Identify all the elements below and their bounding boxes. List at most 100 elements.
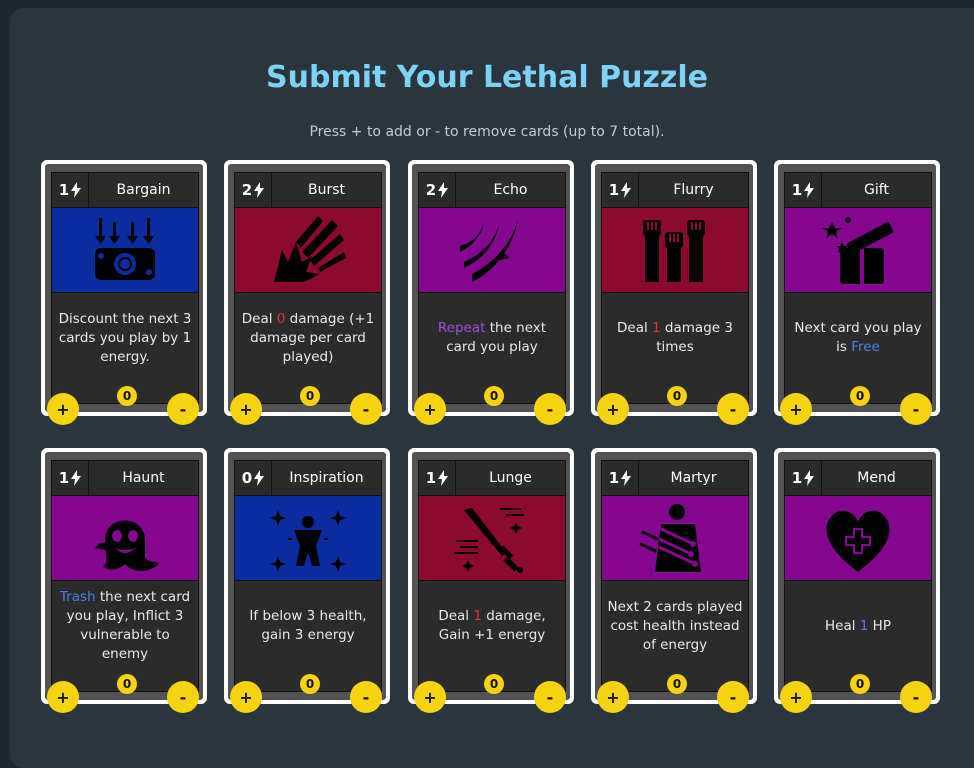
card-art xyxy=(235,496,381,581)
energy-bolt-icon xyxy=(254,470,265,486)
card-cost: 1 xyxy=(52,173,89,208)
desc-text: If below 3 health, gain 3 energy xyxy=(249,608,367,643)
add-card-button[interactable]: + xyxy=(414,681,446,713)
card-count-badge: 0 xyxy=(850,386,870,406)
card-body: 1 Gift Next card you play is Free xyxy=(784,172,932,404)
card-cost: 1 xyxy=(602,461,639,496)
add-card-button[interactable]: + xyxy=(230,393,262,425)
card-count-badge: 0 xyxy=(667,674,687,694)
cost-value: 1 xyxy=(608,181,620,199)
add-card-button[interactable]: + xyxy=(47,681,79,713)
add-card-button[interactable]: + xyxy=(230,681,262,713)
energy-bolt-icon xyxy=(438,470,449,486)
remove-card-button[interactable]: - xyxy=(350,393,382,425)
card-description: Repeat the next card you play xyxy=(423,297,561,379)
add-card-button[interactable]: + xyxy=(780,393,812,425)
card-frame: 1 Gift Next card you play is Free 0 + - xyxy=(778,164,936,425)
add-card-button[interactable]: + xyxy=(780,681,812,713)
card-cost: 1 xyxy=(785,173,822,208)
card-description: Next card you play is Free xyxy=(789,297,927,379)
card-count-badge: 0 xyxy=(117,674,137,694)
card-body: 0 Inspiration If below 3 health, gain 3 … xyxy=(234,460,382,692)
burst-icon xyxy=(274,216,346,282)
card-art xyxy=(785,208,931,293)
card-frame: 1 Mend Heal 1 HP 0 + - xyxy=(778,452,936,713)
card-frame: 2 Burst Deal 0 damage (+1 damage per car… xyxy=(228,164,386,425)
card-description: Deal 0 damage (+1 damage per card played… xyxy=(239,297,377,379)
desc-highlight: Trash xyxy=(59,589,96,605)
desc-highlight: 1 xyxy=(473,608,482,624)
card-frame: 1 Lunge Deal 1 damage, Gain +1 energy 0 … xyxy=(412,452,570,713)
card-cost: 1 xyxy=(602,173,639,208)
card-count-badge: 0 xyxy=(300,674,320,694)
cost-value: 1 xyxy=(58,181,70,199)
desc-highlight: Free xyxy=(851,339,880,355)
card-echo: 2 Echo Repeat the next card you play 0 +… xyxy=(408,160,574,425)
cost-value: 1 xyxy=(425,469,437,487)
energy-bolt-icon xyxy=(71,182,82,198)
add-card-button[interactable]: + xyxy=(47,393,79,425)
card-name: Lunge xyxy=(456,461,565,496)
desc-text: Next 2 cards played cost health instead … xyxy=(607,598,743,653)
card-art xyxy=(785,496,931,581)
desc-text: Heal xyxy=(825,617,860,634)
card-frame: 2 Echo Repeat the next card you play 0 +… xyxy=(412,164,570,425)
remove-card-button[interactable]: - xyxy=(350,681,382,713)
add-card-button[interactable]: + xyxy=(597,681,629,713)
card-art xyxy=(52,496,198,581)
card-mend: 1 Mend Heal 1 HP 0 + - xyxy=(774,448,940,713)
energy-bolt-icon xyxy=(621,470,632,486)
card-flurry: 1 Flurry Deal 1 damage 3 times 0 + - xyxy=(591,160,757,425)
energy-bolt-icon xyxy=(71,470,82,486)
card-description: Next 2 cards played cost health instead … xyxy=(606,585,744,667)
remove-card-button[interactable]: - xyxy=(900,393,932,425)
remove-card-button[interactable]: - xyxy=(717,393,749,425)
add-card-button[interactable]: + xyxy=(597,393,629,425)
card-frame: 1 Flurry Deal 1 damage 3 times 0 + - xyxy=(595,164,753,425)
energy-bolt-icon xyxy=(621,182,632,198)
desc-highlight: Repeat xyxy=(437,320,486,336)
desc-text-rest: damage 3 times xyxy=(656,320,733,355)
echo-slash-icon xyxy=(460,220,518,282)
card-body: 1 Mend Heal 1 HP xyxy=(784,460,932,692)
card-count-badge: 0 xyxy=(117,386,137,406)
cost-value: 1 xyxy=(58,469,70,487)
remove-card-button[interactable]: - xyxy=(167,681,199,713)
add-card-button[interactable]: + xyxy=(414,393,446,425)
card-name: Burst xyxy=(272,173,381,208)
card-bargain: 1 Bargain Discount the next 3 cards you … xyxy=(41,160,207,425)
remove-card-button[interactable]: - xyxy=(534,393,566,425)
card-cost: 1 xyxy=(52,461,89,496)
card-art xyxy=(602,496,748,581)
card-description: Trash the next card you play, Inflict 3 … xyxy=(56,585,194,667)
desc-text: Discount the next 3 cards you play by 1 … xyxy=(58,310,192,365)
card-name: Bargain xyxy=(89,173,198,208)
remove-card-button[interactable]: - xyxy=(167,393,199,425)
card-cost: 1 xyxy=(785,461,822,496)
card-body: 1 Bargain Discount the next 3 cards you … xyxy=(51,172,199,404)
instructions-text: Press + to add or - to remove cards (up … xyxy=(309,124,665,140)
remove-card-button[interactable]: - xyxy=(534,681,566,713)
card-frame: 1 Martyr Next 2 cards played cost health… xyxy=(595,452,753,713)
card-body: 1 Martyr Next 2 cards played cost health… xyxy=(601,460,749,692)
card-art xyxy=(602,208,748,293)
remove-card-button[interactable]: - xyxy=(717,681,749,713)
card-gift: 1 Gift Next card you play is Free 0 + - xyxy=(774,160,940,425)
cost-value: 0 xyxy=(241,469,253,487)
remove-card-button[interactable]: - xyxy=(900,681,932,713)
cost-value: 1 xyxy=(791,181,803,199)
card-frame: 1 Haunt Trash the next card you play, In… xyxy=(45,452,203,713)
card-count-badge: 0 xyxy=(484,674,504,694)
card-art xyxy=(235,208,381,293)
martyr-icon xyxy=(639,504,701,572)
card-frame: 1 Bargain Discount the next 3 cards you … xyxy=(45,164,203,425)
card-art xyxy=(419,496,565,581)
card-art xyxy=(419,208,565,293)
card-description: Heal 1 HP xyxy=(789,585,927,667)
gift-icon xyxy=(822,217,894,284)
desc-text-rest: HP xyxy=(868,617,891,634)
card-name: Mend xyxy=(822,461,931,496)
fists-icon xyxy=(643,220,705,282)
card-body: 1 Lunge Deal 1 damage, Gain +1 energy xyxy=(418,460,566,692)
card-name: Flurry xyxy=(639,173,748,208)
